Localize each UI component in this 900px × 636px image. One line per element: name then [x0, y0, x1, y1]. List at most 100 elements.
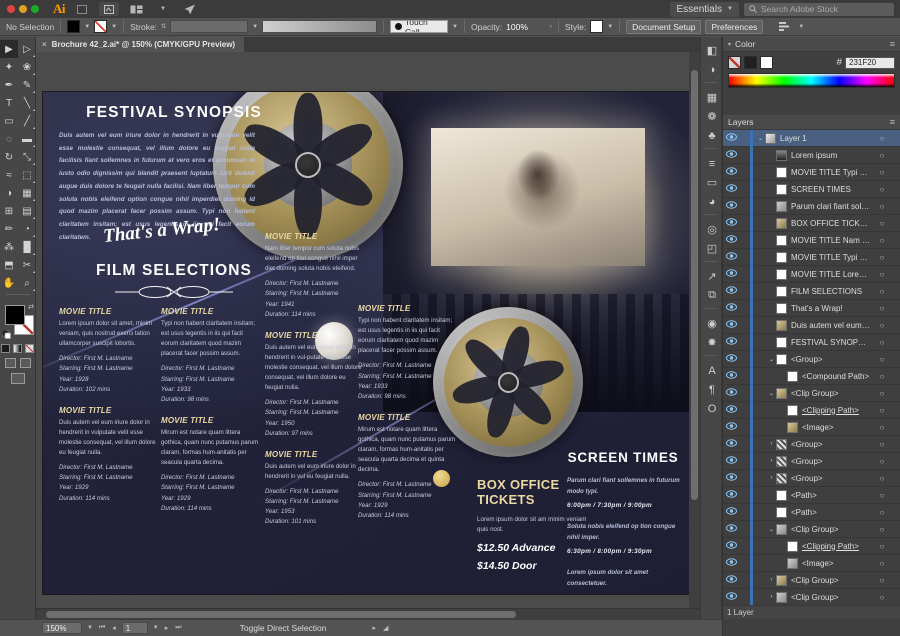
none-fill-icon[interactable] [25, 344, 34, 353]
layer-name[interactable]: FILM SELECTIONS [791, 287, 874, 296]
layer-row[interactable]: BOX OFFICE TICKETS Lo...○ [723, 214, 900, 232]
layer-row[interactable]: › <Group> ○ [723, 435, 900, 453]
zoom-tool[interactable]: ⌕ [18, 274, 36, 292]
visibility-eye-icon[interactable] [723, 439, 739, 449]
slice-tool[interactable]: ✂ [18, 256, 36, 274]
layer-target-icon[interactable]: ○ [874, 593, 890, 602]
mesh-tool[interactable]: ⊞ [0, 202, 18, 220]
layer-name[interactable]: <Group> [791, 440, 874, 449]
last-artboard-button[interactable]: ⏭ [174, 624, 182, 632]
visibility-eye-icon[interactable] [723, 473, 739, 483]
layer-row[interactable]: SCREEN TIMES ○ [723, 180, 900, 198]
layer-name[interactable]: <Clipping Path> [802, 406, 874, 415]
layer-target-icon[interactable]: ○ [874, 542, 890, 551]
scale-tool[interactable]: ⤡ [18, 148, 36, 166]
visibility-eye-icon[interactable] [723, 218, 739, 228]
line-segment-tool[interactable]: ╲ [18, 94, 36, 112]
opacity-value[interactable]: 100% [506, 22, 528, 32]
layer-target-icon[interactable]: ○ [874, 457, 890, 466]
layer-target-icon[interactable]: ○ [874, 151, 890, 160]
selection-tool[interactable]: ▶ [0, 40, 18, 58]
chevron-down-icon[interactable]: ▼ [153, 2, 173, 16]
visibility-eye-icon[interactable] [723, 320, 739, 330]
layer-target-icon[interactable]: ○ [874, 185, 890, 194]
fill-swatch[interactable] [67, 20, 81, 33]
gradient-panel-icon[interactable]: ◧ [701, 41, 723, 60]
next-artboard-button[interactable]: ▸ [164, 624, 170, 632]
chevron-down-icon[interactable]: ▼ [798, 24, 804, 30]
canvas-area[interactable]: FESTIVAL SYNOPSIS Duis autem vel eum iri… [36, 52, 700, 619]
canvas-horizontal-scrollbar[interactable] [36, 608, 700, 619]
preferences-button[interactable]: Preferences [705, 19, 764, 34]
layer-row[interactable]: <Clipping Path> ○ [723, 537, 900, 555]
layer-target-icon[interactable]: ○ [874, 253, 890, 262]
hex-input[interactable]: 231F20 [845, 56, 895, 69]
layer-target-icon[interactable]: ○ [874, 406, 890, 415]
layer-target-icon[interactable]: ○ [874, 321, 890, 330]
maximize-window-icon[interactable] [31, 5, 39, 13]
layer-name[interactable]: Parum clari fiant sollem... [791, 202, 874, 211]
color-panel-fill-swatch[interactable] [744, 56, 757, 69]
blend-tool[interactable]: ◔ [18, 220, 36, 238]
artboard-number-input[interactable]: 1 [121, 622, 148, 634]
stroke-stepper-icon[interactable]: ⇅ [161, 23, 166, 30]
layer-name[interactable]: <Clipping Path> [802, 542, 874, 551]
direct-selection-tool[interactable]: ▷ [18, 40, 36, 58]
shaper-tool[interactable]: ◌ [0, 130, 18, 148]
layer-row[interactable]: MOVIE TITLE Nam liber ...○ [723, 231, 900, 249]
layer-disclosure-triangle-icon[interactable]: ⌄ [767, 356, 776, 363]
artboard[interactable]: FESTIVAL SYNOPSIS Duis autem vel eum iri… [43, 92, 693, 594]
layer-target-icon[interactable]: ○ [874, 474, 890, 483]
status-menu-icon[interactable]: ▸ [372, 624, 378, 632]
color-panel-stroke-swatch[interactable] [760, 56, 773, 69]
visibility-eye-icon[interactable] [723, 337, 739, 347]
visibility-eye-icon[interactable] [723, 286, 739, 296]
stroke-chevron-icon[interactable]: ▼ [111, 24, 117, 30]
visibility-eye-icon[interactable] [723, 184, 739, 194]
layer-name[interactable]: SCREEN TIMES [791, 185, 874, 194]
glyphs-panel-icon[interactable]: O [701, 399, 723, 418]
minimize-window-icon[interactable] [19, 5, 27, 13]
layer-name[interactable]: Lorem ipsum [791, 151, 874, 160]
layer-row[interactable]: ⌄ Layer 1 ○ [723, 130, 900, 147]
visibility-eye-icon[interactable] [723, 524, 739, 534]
previous-artboard-button[interactable]: ◂ [111, 624, 117, 632]
character-panel-icon[interactable]: A [701, 361, 723, 380]
layer-target-icon[interactable]: ○ [874, 134, 890, 143]
layer-name[interactable]: That's a Wrap! [791, 304, 874, 313]
transparency-panel-icon[interactable]: ◑ [701, 60, 723, 79]
layer-row[interactable]: <Compound Path> ○ [723, 367, 900, 385]
layer-row[interactable]: <Image> ○ [723, 418, 900, 436]
appearance-panel-icon[interactable]: ◰ [701, 239, 723, 258]
visibility-eye-icon[interactable] [723, 269, 739, 279]
document-tab[interactable]: × Brochure 42_2.ai* @ 150% (CMYK/GPU Pre… [36, 37, 246, 52]
layer-row[interactable]: Duis autem vel eum iriu... ○ [723, 316, 900, 334]
layer-name[interactable]: <Compound Path> [802, 372, 874, 381]
layer-target-icon[interactable]: ○ [874, 525, 890, 534]
layer-target-icon[interactable]: ○ [874, 168, 890, 177]
scrollbar-thumb[interactable] [46, 611, 516, 618]
layer-target-icon[interactable]: ○ [874, 219, 890, 228]
layer-name[interactable]: <Group> [791, 355, 874, 364]
none-color-icon[interactable] [728, 56, 741, 69]
layer-row[interactable]: ⌄ <Group> ○ [723, 350, 900, 368]
layer-target-icon[interactable]: ○ [874, 491, 890, 500]
align-panel-icon[interactable]: ≡ [701, 154, 723, 173]
fill-chevron-icon[interactable]: ▼ [84, 24, 90, 30]
graphic-style-swatch[interactable] [590, 20, 604, 33]
layer-row[interactable]: › <Group> ○ [723, 452, 900, 470]
layer-target-icon[interactable]: ○ [874, 508, 890, 517]
visibility-eye-icon[interactable] [723, 303, 739, 313]
transform-panel-icon[interactable]: ✸ [701, 333, 723, 352]
layer-row[interactable]: › <Clip Group> ○ [723, 588, 900, 605]
graphic-styles-icon[interactable]: ◉ [701, 314, 723, 333]
visibility-eye-icon[interactable] [723, 405, 739, 415]
layer-target-icon[interactable]: ○ [874, 576, 890, 585]
hand-tool[interactable]: ✋ [0, 274, 18, 292]
layer-row[interactable]: That's a Wrap! ○ [723, 299, 900, 317]
canvas-vertical-scrollbar[interactable] [689, 52, 700, 608]
magic-wand-tool[interactable]: ✦ [0, 58, 18, 76]
layer-name[interactable]: MOVIE TITLE Nam liber ... [791, 236, 874, 245]
screen-mode-icon[interactable] [10, 373, 25, 384]
layer-name[interactable]: MOVIE TITLE Typi non ... [791, 253, 874, 262]
